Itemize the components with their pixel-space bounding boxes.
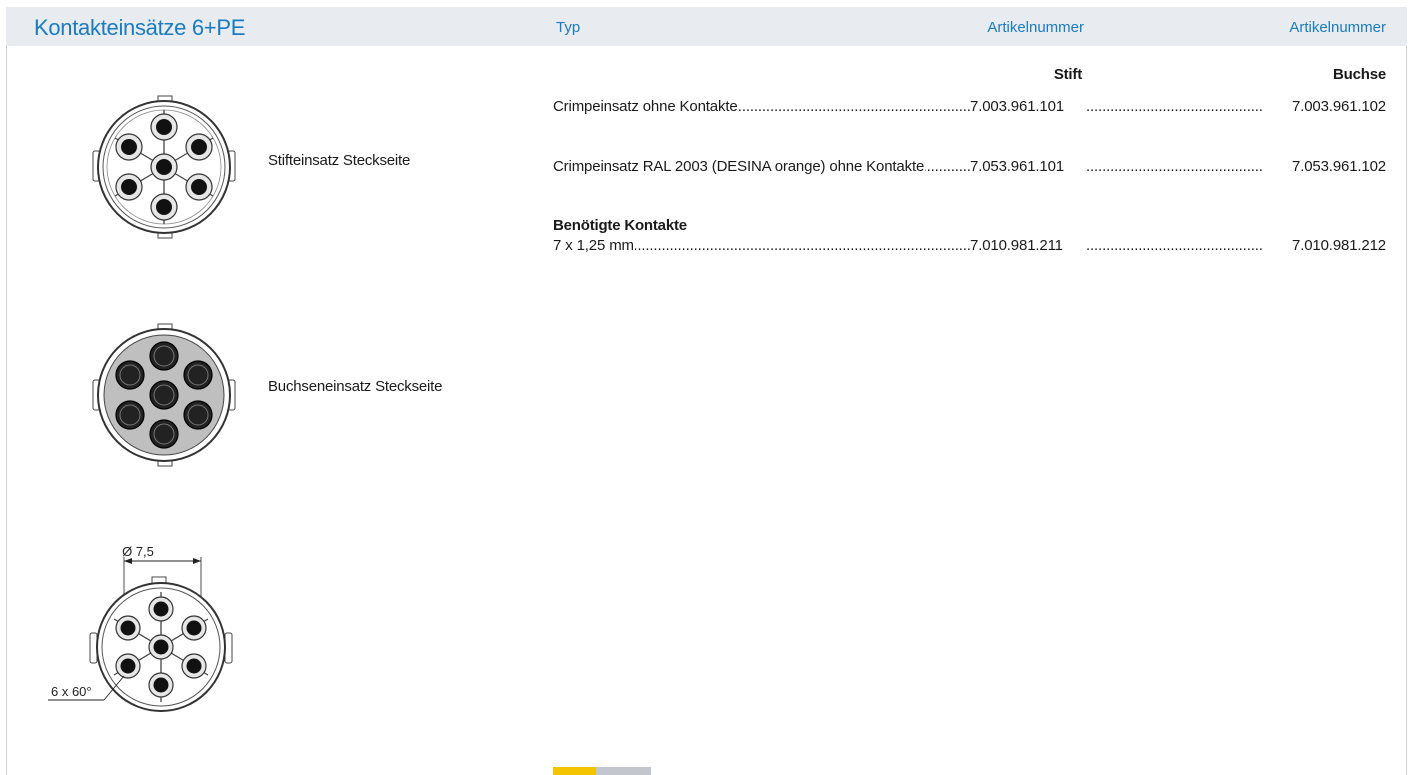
tab-marker-grey [596, 767, 651, 775]
article-number-buchse: 7.003.961.102 [1291, 98, 1386, 115]
article-number-stift: 7.003.961.101 [970, 98, 1066, 115]
subheader-buchse: Buchse [1333, 66, 1386, 83]
pin-insert-drawing [92, 95, 236, 239]
dimension-drawing: Ø 7,5 6 x 60° [48, 544, 233, 712]
article-number-buchse: 7.010.981.212 [1291, 237, 1386, 254]
table-row: ........................................… [553, 237, 1386, 257]
table-row: ........................................… [553, 98, 1386, 118]
column-header-typ: Typ [556, 19, 581, 36]
item-label: 7 x 1,25 mm [553, 237, 635, 254]
dot-leader: ........................................… [1086, 158, 1264, 175]
view-label-socket-insert: Buchseneinsatz Steckseite [268, 378, 443, 395]
item-label: Crimpeinsatz RAL 2003 (DESINA orange) oh… [553, 158, 926, 175]
dimension-angle-label: 6 x 60° [51, 684, 92, 699]
view-label-pin-insert: Stifteinsatz Steckseite [268, 152, 411, 169]
dot-leader: ........................................… [1086, 237, 1264, 254]
page-border-left [6, 46, 7, 775]
article-number-buchse: 7.053.961.102 [1291, 158, 1386, 175]
dimension-diameter-label: Ø 7,5 [122, 544, 154, 559]
dot-leader: ........................................… [1086, 98, 1264, 115]
socket-insert-drawing [92, 323, 236, 467]
article-number-stift: 7.010.981.211 [970, 237, 1065, 254]
tab-marker-yellow [553, 767, 596, 775]
contacts-heading: Benötigte Kontakte [553, 217, 687, 234]
column-header-article-stift: Artikelnummer [987, 19, 1084, 36]
column-header-article-buchse: Artikelnummer [1289, 19, 1386, 36]
page-border-right [1406, 46, 1407, 775]
subheader-stift: Stift [1053, 66, 1082, 83]
table-row: ........................................… [553, 158, 1386, 178]
item-label: Crimpeinsatz ohne Kontakte [553, 98, 739, 115]
table-header-bar: Kontakteinsätze 6+PE Typ Artikelnummer A… [6, 7, 1407, 46]
article-number-stift: 7.053.961.101 [970, 158, 1066, 175]
page-title: Kontakteinsätze 6+PE [34, 15, 246, 40]
